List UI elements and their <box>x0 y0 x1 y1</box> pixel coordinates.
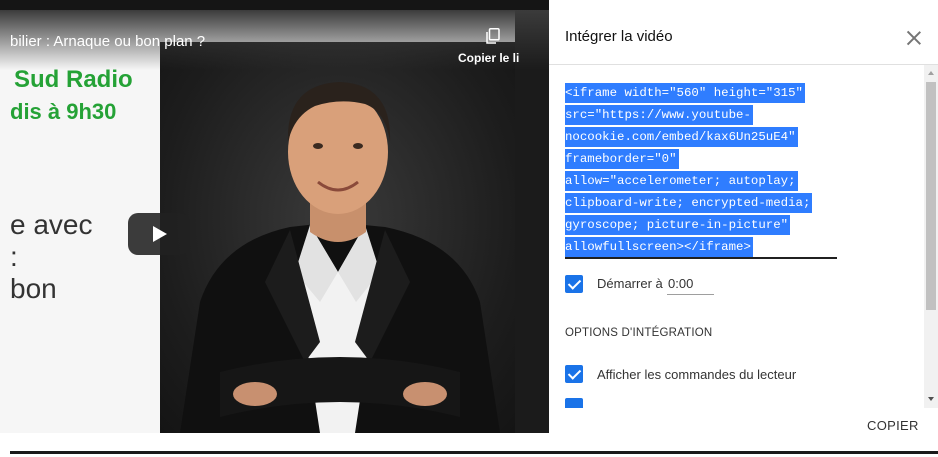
embed-code-line: gyroscope; picture-in-picture" <box>565 214 837 236</box>
play-button[interactable] <box>128 213 190 255</box>
embed-code-line: <iframe width="560" height="315" <box>565 82 837 104</box>
embed-code-textarea[interactable]: <iframe width="560" height="315" src="ht… <box>565 82 837 258</box>
show-controls-checkbox[interactable] <box>565 365 583 383</box>
thumbnail-text-schedule: dis à 9h30 <box>10 99 117 124</box>
embed-options-heading: OPTIONS D'INTÉGRATION <box>565 327 713 339</box>
scrollbar-thumb[interactable] <box>926 82 936 310</box>
top-strip <box>0 0 549 10</box>
embed-dialog: Intégrer la vidéo <iframe width="560" he… <box>549 10 938 451</box>
copy-link-button[interactable]: Copier le li <box>458 24 528 68</box>
textarea-underline <box>565 257 837 259</box>
thumbnail-text-sud-radio: Sud Radio <box>14 66 133 93</box>
embed-code-line: clipboard-write; encrypted-media; <box>565 192 837 214</box>
close-icon[interactable] <box>903 27 925 49</box>
dialog-scroll-area[interactable]: <iframe width="560" height="315" src="ht… <box>549 65 938 408</box>
thumbnail-text-line2: : <box>10 241 18 272</box>
start-time-input[interactable] <box>667 273 714 295</box>
thumbnail-text-line1: e avec <box>10 209 93 240</box>
side-strip <box>515 10 549 433</box>
next-option-checkbox[interactable] <box>565 398 583 408</box>
embed-code-line: allowfullscreen></iframe> <box>565 236 837 258</box>
scroll-down-arrow-icon[interactable] <box>928 397 934 401</box>
start-at-checkbox[interactable] <box>565 275 583 293</box>
scroll-up-arrow-icon[interactable] <box>928 71 934 75</box>
video-player[interactable]: Sud Radio dis à 9h30 e avec : bon bilier… <box>0 0 549 433</box>
copy-icon <box>486 28 500 44</box>
page: Sud Radio dis à 9h30 e avec : bon bilier… <box>0 0 938 457</box>
thumbnail-text-line3: bon <box>10 273 57 304</box>
video-title[interactable]: bilier : Arnaque ou bon plan ? <box>10 33 205 50</box>
embed-code-line: allow="accelerometer; autoplay; <box>565 170 837 192</box>
embed-code-line: src="https://www.youtube- <box>565 104 837 126</box>
dialog-scrollbar[interactable] <box>924 65 938 408</box>
start-at-label: Démarrer à <box>597 276 663 291</box>
bottom-divider <box>10 451 938 454</box>
show-controls-label: Afficher les commandes du lecteur <box>597 367 797 382</box>
person-portrait <box>180 82 500 433</box>
dialog-title: Intégrer la vidéo <box>565 28 673 45</box>
copy-link-label: Copier le li <box>458 51 520 65</box>
thumbnail-photo <box>160 42 515 433</box>
copy-embed-button[interactable]: COPIER <box>867 418 919 433</box>
play-icon <box>153 226 167 242</box>
embed-code-line: frameborder="0" <box>565 148 837 170</box>
embed-code-line: nocookie.com/embed/kax6Un25uE4" <box>565 126 837 148</box>
